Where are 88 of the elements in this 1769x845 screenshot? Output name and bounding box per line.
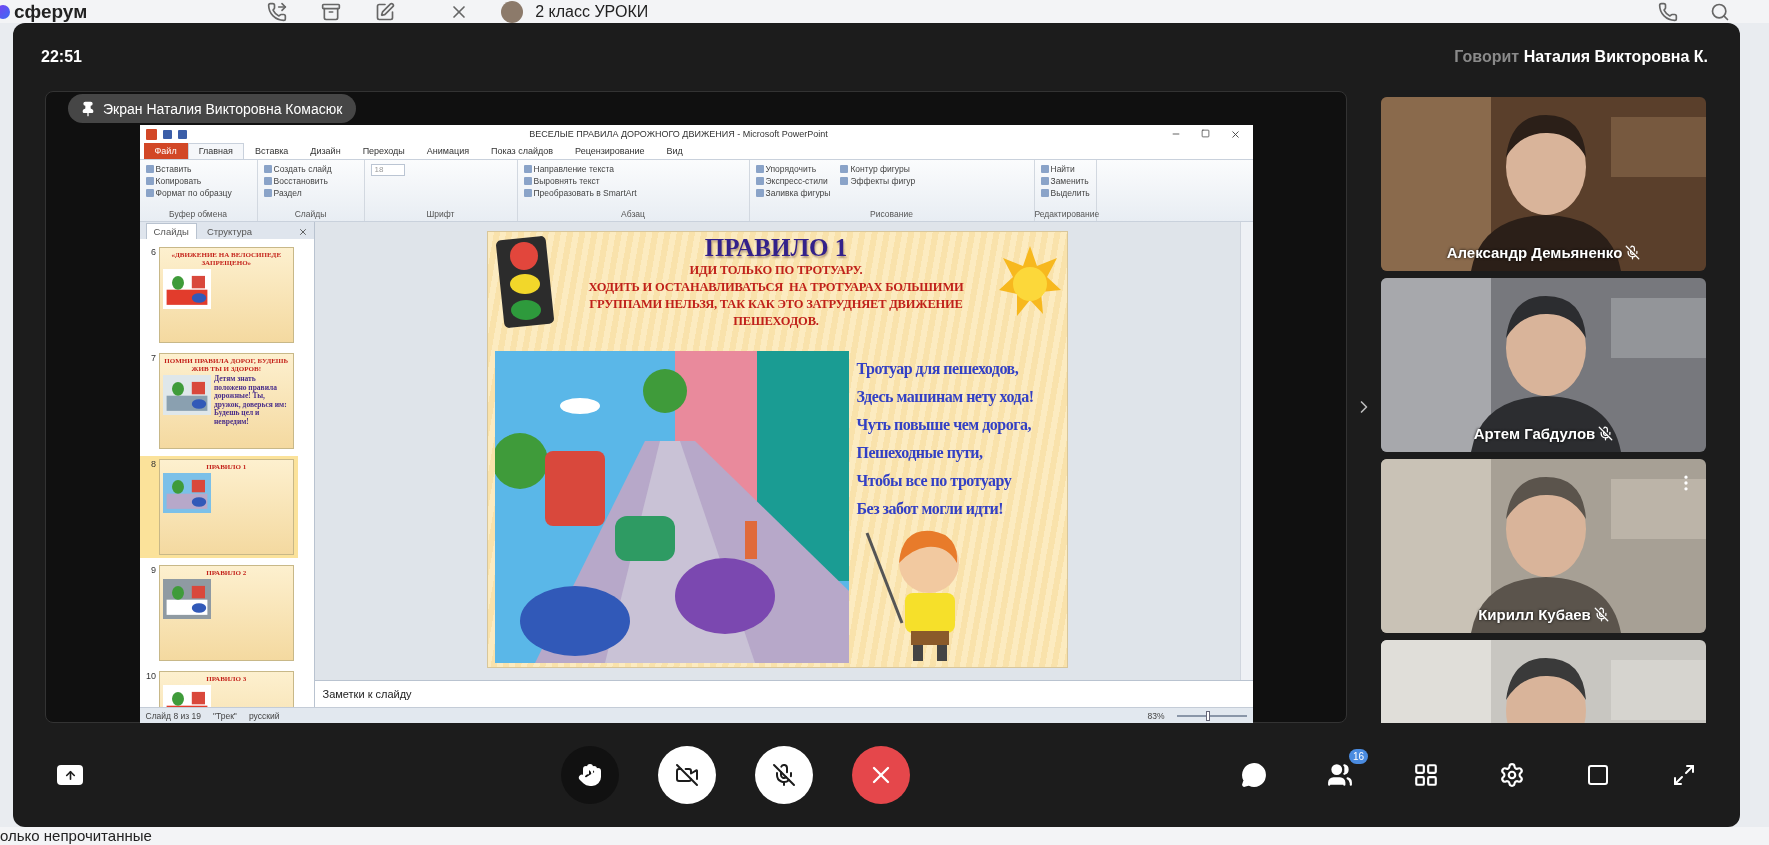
scrollbar[interactable] xyxy=(1239,222,1253,680)
ribbon-button[interactable]: Создать слайд xyxy=(263,164,332,174)
archive-icon[interactable] xyxy=(321,1,342,22)
slide-number: 8 xyxy=(150,459,156,471)
group-label: Абзац xyxy=(620,209,646,221)
ribbon-button[interactable]: Формат по образцу xyxy=(145,188,232,198)
ribbon-button[interactable]: Выделить xyxy=(1040,188,1090,198)
slide-number: 10 xyxy=(145,671,156,683)
ribbon-tab[interactable]: Вид xyxy=(655,143,694,159)
ribbon-tab[interactable]: Переходы xyxy=(351,143,416,159)
ribbon-tab[interactable]: Рецензирование xyxy=(564,143,656,159)
pane-tab[interactable]: Структура xyxy=(198,223,260,239)
ribbon-tab[interactable]: Вставка xyxy=(243,143,300,159)
ribbon-button[interactable]: Найти xyxy=(1040,164,1090,174)
pane-tab[interactable]: Слайды xyxy=(145,223,197,239)
speaker-label: Говорит Наталия Викторовна К. xyxy=(1454,48,1708,66)
undo-icon[interactable] xyxy=(177,129,187,139)
call-time: 22:51 xyxy=(41,48,82,66)
filter-label: олько непрочитанные xyxy=(0,827,152,845)
window-title: ВЕСЕЛЫЕ ПРАВИЛА ДОРОЖНОГО ДВИЖЕНИЯ - Microsoft PowerPoint xyxy=(528,129,829,139)
chat-title: 2 класс УРОКИ xyxy=(535,2,649,21)
microphone-button[interactable] xyxy=(755,746,813,804)
language-label: русский xyxy=(248,710,280,721)
poem-line: Пешеходные пути, xyxy=(856,443,984,464)
chat-avatar xyxy=(501,0,524,23)
compose-icon[interactable] xyxy=(375,1,396,22)
share-button[interactable] xyxy=(57,765,83,785)
ribbon-button[interactable]: Раздел xyxy=(263,188,332,198)
save-icon[interactable] xyxy=(162,129,172,139)
ribbon-button[interactable]: Эффекты фигур xyxy=(840,176,916,186)
ribbon-button[interactable]: Заливка фигуры xyxy=(755,188,831,198)
ribbon-tab[interactable]: Файл xyxy=(143,143,188,159)
app-icon xyxy=(145,128,157,140)
theme-name: "Трек" xyxy=(212,710,237,721)
notes-field[interactable]: Заметки к слайду xyxy=(322,688,412,700)
ribbon-button[interactable]: Экспресс-стили xyxy=(755,176,831,186)
hand-icon xyxy=(578,763,602,787)
close-icon[interactable] xyxy=(1229,128,1241,140)
arrow-up-icon xyxy=(63,768,77,782)
ribbon-tab[interactable]: Дизайн xyxy=(299,143,352,159)
slide-number: 7 xyxy=(150,353,156,365)
restore-icon[interactable] xyxy=(1200,128,1210,140)
group-label: Рисование xyxy=(869,209,914,221)
poem-line: Чтобы все по тротуару xyxy=(856,471,1013,492)
participants-count: 16 xyxy=(1348,749,1368,764)
end-call-button[interactable] xyxy=(852,746,910,804)
ribbon-button[interactable]: Копировать xyxy=(145,176,232,186)
slide-number: 9 xyxy=(150,565,156,577)
phone-icon[interactable] xyxy=(267,1,288,22)
slide-number: 6 xyxy=(150,247,156,259)
app-logo: сферум xyxy=(14,0,88,23)
ribbon-button[interactable]: Вставить xyxy=(145,164,232,174)
ribbon-tab[interactable]: Показ слайдов xyxy=(480,143,565,159)
ribbon-button[interactable]: Направление текста xyxy=(523,164,637,174)
search-icon[interactable] xyxy=(1710,1,1731,22)
ribbon-button[interactable]: Упорядочить xyxy=(755,164,831,174)
phone-icon[interactable] xyxy=(1658,1,1679,22)
group-label: Буфер обмена xyxy=(168,209,228,221)
ribbon-button[interactable]: Преобразовать в SmartArt xyxy=(523,188,637,198)
mic-off-icon xyxy=(772,763,796,787)
camera-button[interactable] xyxy=(658,746,716,804)
zoom-thumb[interactable] xyxy=(1206,710,1210,721)
rule-text: ИДИ ТОЛЬКО ПО ТРОТУАРУ. xyxy=(689,262,863,279)
ribbon-button[interactable]: Контур фигуры xyxy=(840,164,916,174)
rule-text: ХОДИТЬ И ОСТАНАВЛИВАТЬСЯ НА ТРОТУАРАХ БОЛЬШИМИ xyxy=(588,279,964,296)
poem-line: Чуть повыше чем дорога, xyxy=(856,415,1032,436)
ribbon-button[interactable]: Восстановить xyxy=(263,176,332,186)
ribbon-button[interactable]: Заменить xyxy=(1040,176,1090,186)
poem-line: Тротуар для пешеходов, xyxy=(856,359,1020,380)
logo-icon xyxy=(0,4,10,19)
ribbon-tab[interactable]: Главная xyxy=(187,143,244,159)
slide-counter: Слайд 8 из 19 xyxy=(145,710,201,721)
participant-name: Александр Демьяненко xyxy=(1446,244,1623,261)
camera-off-icon xyxy=(675,763,699,787)
ribbon-tab[interactable]: Анимация xyxy=(415,143,481,159)
rule-text: ГРУППАМИ НЕЛЬЗЯ, ТАК КАК ЭТО ЗАТРУДНЯЕТ ДВИЖЕНИЕ xyxy=(589,296,963,313)
rule-text: ПЕШЕХОДОВ. xyxy=(733,313,819,330)
poem-line: Здесь машинам нету хода! xyxy=(856,387,1035,408)
screen-badge: Экран Наталия Викторовна Комасюк xyxy=(68,94,357,123)
participant-name: Кирилл Кубаев xyxy=(1478,606,1591,623)
zoom-label: 83% xyxy=(1147,710,1165,721)
slide-title: ПРАВИЛО 1 xyxy=(704,234,848,262)
ribbon-button[interactable]: Выровнять текст xyxy=(523,176,637,186)
participant-tile[interactable]: Кирилл Кубаев xyxy=(1381,459,1706,633)
participant-tile[interactable]: Александр Демьяненко xyxy=(1381,97,1706,271)
group-label: Слайды xyxy=(293,209,328,221)
poem-line: Без забот могли идти! xyxy=(856,499,1005,519)
group-label: Шрифт xyxy=(425,209,456,221)
